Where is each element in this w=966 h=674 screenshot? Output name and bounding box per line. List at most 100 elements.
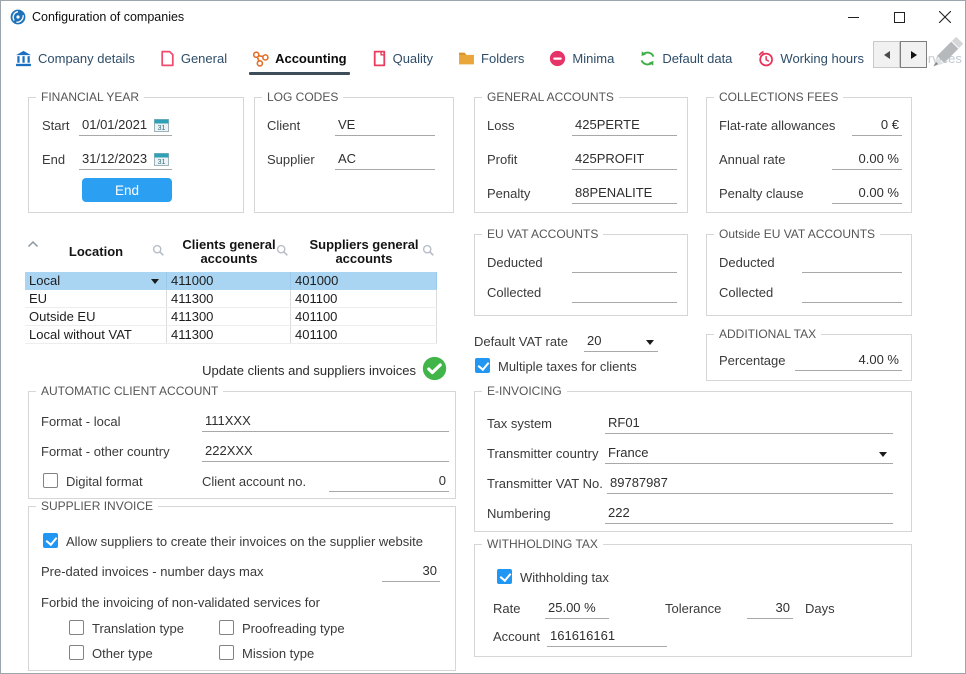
suppliers-account-cell[interactable]: 401100 bbox=[291, 290, 437, 307]
chevron-down-icon[interactable] bbox=[151, 279, 159, 284]
app-logo-icon bbox=[10, 9, 26, 25]
tab-accounting[interactable]: Accounting bbox=[252, 50, 347, 67]
penalty-clause-label: Penalty clause bbox=[719, 186, 804, 201]
arrow-right-icon bbox=[911, 51, 917, 59]
suppliers-account-cell[interactable]: 401100 bbox=[291, 308, 437, 325]
account-field[interactable]: 161616161 bbox=[547, 627, 667, 647]
table-row[interactable]: EU 411300 401100 bbox=[25, 290, 437, 308]
other-type-checkbox[interactable] bbox=[69, 645, 84, 660]
clients-account-cell[interactable]: 411300 bbox=[167, 326, 291, 343]
start-date-field[interactable]: 01/01/202131 bbox=[79, 116, 172, 136]
tab-company-details[interactable]: Company details bbox=[15, 50, 135, 67]
sort-caret-icon[interactable] bbox=[27, 238, 39, 252]
tab-scroll-left-button[interactable] bbox=[873, 41, 900, 68]
withholding-tax-label: Withholding tax bbox=[520, 570, 609, 585]
additional-tax-group: ADDITIONAL TAX Percentage 4.00 % bbox=[706, 334, 912, 381]
clients-account-cell[interactable]: 411300 bbox=[167, 308, 291, 325]
chevron-down-icon[interactable] bbox=[879, 452, 887, 457]
tab-bar: Company details General Accounting Quali… bbox=[15, 45, 962, 71]
digital-format-label: Digital format bbox=[66, 474, 143, 489]
rate-field[interactable]: 25.00 % bbox=[545, 599, 609, 619]
tab-minima[interactable]: Minima bbox=[549, 50, 614, 67]
deducted-label: Deducted bbox=[719, 255, 775, 270]
mission-type-checkbox[interactable] bbox=[219, 645, 234, 660]
clients-account-cell[interactable]: 411000 bbox=[167, 272, 291, 289]
predated-days-field[interactable]: 30 bbox=[382, 562, 440, 582]
maximize-button[interactable] bbox=[883, 6, 915, 28]
tab-scroll-right-button[interactable] bbox=[900, 41, 927, 68]
end-date-field[interactable]: 31/12/202331 bbox=[79, 150, 172, 170]
outside-eu-collected-field[interactable] bbox=[802, 283, 902, 303]
penalty-account-field[interactable]: 88PENALITE bbox=[572, 184, 677, 204]
table-row[interactable]: Local without VAT 411300 401100 bbox=[25, 326, 437, 344]
svg-text:31: 31 bbox=[158, 125, 166, 132]
location-cell[interactable]: Local bbox=[25, 272, 167, 289]
format-local-label: Format - local bbox=[41, 414, 120, 429]
transmitter-country-select[interactable]: France bbox=[605, 444, 893, 464]
table-row[interactable]: Outside EU 411300 401100 bbox=[25, 308, 437, 326]
clients-account-cell[interactable]: 411300 bbox=[167, 290, 291, 307]
location-cell[interactable]: EU bbox=[25, 290, 167, 307]
tax-system-field[interactable]: RF01 bbox=[605, 414, 893, 434]
table-row[interactable]: Local 411000 401000 bbox=[25, 272, 437, 290]
translation-type-checkbox[interactable] bbox=[69, 620, 84, 635]
suppliers-account-cell[interactable]: 401100 bbox=[291, 326, 437, 343]
tab-default-data[interactable]: Default data bbox=[639, 50, 732, 67]
eu-deducted-field[interactable] bbox=[572, 253, 677, 273]
client-account-no-field[interactable]: 0 bbox=[329, 472, 449, 492]
flat-rate-field[interactable]: 0 € bbox=[852, 116, 902, 136]
eu-collected-field[interactable] bbox=[572, 283, 677, 303]
tolerance-field[interactable]: 30 bbox=[747, 599, 793, 619]
rate-label: Rate bbox=[493, 601, 520, 616]
group-title: Outside EU VAT ACCOUNTS bbox=[714, 227, 880, 241]
column-header-location[interactable]: Location bbox=[25, 232, 167, 272]
search-icon[interactable] bbox=[152, 244, 165, 260]
penalty-clause-field[interactable]: 0.00 % bbox=[832, 184, 902, 204]
digital-format-checkbox[interactable] bbox=[43, 473, 58, 488]
column-header-suppliers[interactable]: Suppliers general accounts bbox=[291, 232, 437, 272]
search-icon[interactable] bbox=[276, 244, 289, 260]
loss-label: Loss bbox=[487, 118, 514, 133]
format-other-label: Format - other country bbox=[41, 444, 170, 459]
location-cell[interactable]: Local without VAT bbox=[25, 326, 167, 343]
default-vat-rate-select[interactable]: 20 bbox=[584, 332, 658, 352]
search-icon[interactable] bbox=[422, 244, 435, 260]
withholding-tax-checkbox[interactable] bbox=[497, 569, 512, 584]
collected-label: Collected bbox=[719, 285, 773, 300]
chevron-down-icon[interactable] bbox=[646, 340, 654, 345]
tab-working-hours[interactable]: Working hours bbox=[757, 50, 864, 67]
tolerance-label: Tolerance bbox=[665, 601, 721, 616]
column-header-clients[interactable]: Clients general accounts bbox=[167, 232, 291, 272]
confirm-check-icon[interactable] bbox=[422, 356, 447, 386]
supplier-code-field[interactable]: AC bbox=[335, 150, 435, 170]
numbering-field[interactable]: 222 bbox=[605, 504, 893, 524]
client-code-field[interactable]: VE bbox=[335, 116, 435, 136]
group-title: FINANCIAL YEAR bbox=[36, 90, 144, 104]
loss-account-field[interactable]: 425PERTE bbox=[572, 116, 677, 136]
allow-suppliers-checkbox[interactable] bbox=[43, 533, 58, 548]
location-cell[interactable]: Outside EU bbox=[25, 308, 167, 325]
window-title: Configuration of companies bbox=[32, 10, 184, 24]
end-button[interactable]: End bbox=[82, 178, 172, 202]
format-local-field[interactable]: 111XXX bbox=[202, 412, 449, 432]
tab-general[interactable]: General bbox=[160, 50, 227, 67]
profit-account-field[interactable]: 425PROFIT bbox=[572, 150, 677, 170]
group-title: WITHHOLDING TAX bbox=[482, 537, 603, 551]
close-button[interactable] bbox=[929, 6, 961, 28]
document-icon bbox=[160, 50, 175, 67]
tab-folders[interactable]: Folders bbox=[458, 50, 524, 66]
multiple-taxes-checkbox[interactable] bbox=[475, 358, 490, 373]
edit-pencil-icon[interactable] bbox=[929, 37, 965, 80]
outside-eu-deducted-field[interactable] bbox=[802, 253, 902, 273]
bank-icon bbox=[15, 50, 32, 67]
annual-rate-field[interactable]: 0.00 % bbox=[832, 150, 902, 170]
format-other-field[interactable]: 222XXX bbox=[202, 442, 449, 462]
percentage-field[interactable]: 4.00 % bbox=[795, 351, 902, 371]
svg-text:31: 31 bbox=[158, 159, 166, 166]
tab-quality[interactable]: Quality bbox=[372, 50, 433, 67]
minimize-button[interactable] bbox=[837, 6, 869, 28]
client-label: Client bbox=[267, 118, 300, 133]
suppliers-account-cell[interactable]: 401000 bbox=[291, 272, 437, 289]
transmitter-vat-field[interactable]: 89787987 bbox=[607, 474, 893, 494]
proofreading-type-checkbox[interactable] bbox=[219, 620, 234, 635]
